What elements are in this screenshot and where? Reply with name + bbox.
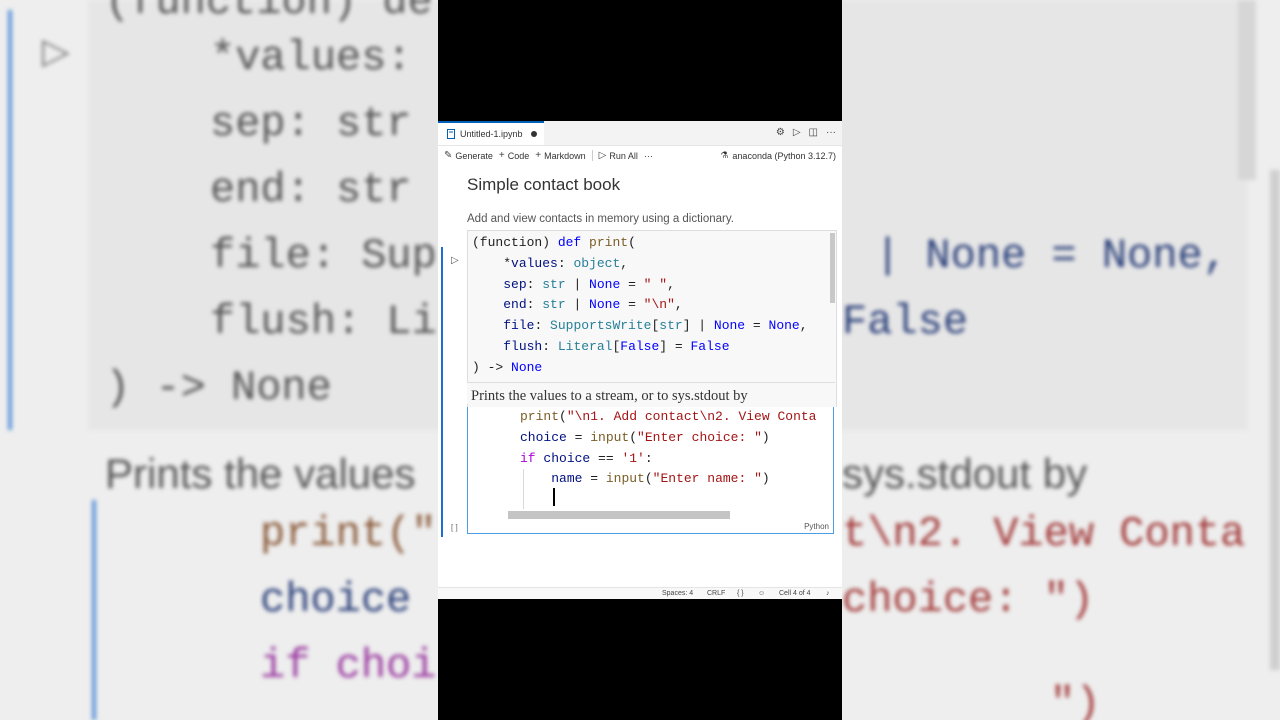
generate-button[interactable]: ✎ Generate (444, 150, 493, 161)
hover-signature: (function) def print( *values: object, s… (472, 235, 808, 375)
language-braces-status[interactable]: { } (737, 590, 744, 597)
letterbox-bottom (438, 599, 842, 720)
markdown-label: Markdown (544, 150, 586, 161)
bg-line: sys.stdout by (842, 450, 1088, 497)
hover-docstring: Prints the values to a stream, or to sys… (467, 382, 835, 404)
bg-line: *values: (210, 34, 412, 82)
tooltip-scrollbar[interactable] (830, 233, 835, 303)
tab-actions: ⚙ ▷ ◫ ··· (776, 127, 836, 138)
more-label: ··· (643, 150, 653, 161)
code-label: Code (507, 150, 530, 161)
text-cursor (553, 488, 555, 506)
indentation-status[interactable]: Spaces: 4 (662, 590, 693, 597)
add-code-button[interactable]: + Code (499, 150, 529, 161)
run-cell-icon[interactable]: ▷ (451, 255, 459, 266)
plus-icon: + (498, 150, 505, 161)
bg-line: Prints the values (105, 450, 416, 497)
bg-line: ) -> None (105, 364, 332, 412)
split-editor-icon[interactable]: ◫ (809, 127, 818, 138)
bg-line: choice: ") (842, 576, 1095, 624)
gear-icon[interactable]: ⚙ (776, 127, 785, 138)
generate-label: Generate (455, 150, 493, 161)
bg-line: choice (260, 576, 412, 624)
bg-line: ") (1050, 680, 1101, 720)
add-markdown-button[interactable]: + Markdown (535, 150, 585, 161)
bg-line: | None = None, (875, 232, 1228, 280)
background-right: | None = None, False sys.stdout by t\n2.… (842, 0, 1280, 720)
bg-line: print(" (260, 510, 437, 558)
notebook-editor: Untitled-1.ipynb ⚙ ▷ ◫ ··· ✎ Generate + Co… (438, 121, 842, 599)
more-actions-icon[interactable]: ··· (826, 127, 836, 138)
sparkle-icon: ✎ (444, 150, 453, 161)
bell-icon[interactable]: ♪ (826, 590, 830, 597)
background-left: ▷ (function) de *values: sep: str end: s… (0, 0, 438, 720)
cell-language[interactable]: Python (804, 522, 829, 531)
run-icon[interactable]: ▷ (793, 127, 801, 138)
cell-focus-bar (441, 247, 443, 537)
bg-line: False (842, 298, 969, 346)
notebook-icon (447, 129, 455, 139)
cell-position-status[interactable]: Cell 4 of 4 (779, 590, 811, 597)
copilot-icon[interactable]: ☺ (758, 590, 765, 597)
tab-label: Untitled-1.ipynb (460, 129, 523, 139)
run-all-icon: ▷ (598, 150, 607, 161)
kernel-picker[interactable]: ⚗ anaconda (Python 3.12.7) (720, 146, 836, 165)
status-bar: Spaces: 4 CRLF { } ☺ Cell 4 of 4 ♪ (438, 587, 842, 599)
bg-line: sep: str (210, 100, 412, 148)
eol-status[interactable]: CRLF (707, 590, 725, 597)
run-all-button[interactable]: ▷ Run All (591, 150, 638, 161)
tab-bar: Untitled-1.ipynb ⚙ ▷ ◫ ··· (438, 121, 842, 146)
plus-icon: + (535, 150, 542, 161)
bg-line: if choi (260, 642, 437, 690)
cell-source[interactable]: print("\n1. Add contact\n2. View Conta c… (520, 407, 816, 490)
bg-line: (function) de (105, 0, 433, 26)
markdown-heading: Simple contact book (467, 175, 621, 194)
bg-line: flush: Li (210, 298, 437, 346)
execution-count: [ ] (451, 523, 458, 532)
kernel-icon: ⚗ (720, 150, 729, 160)
bg-line: file: Sup (210, 232, 437, 280)
code-cell[interactable]: print("\n1. Add contact\n2. View Conta c… (467, 404, 834, 534)
hover-signature-tooltip: (function) def print( *values: object, s… (467, 230, 837, 407)
kernel-label: anaconda (Python 3.12.7) (732, 150, 836, 161)
tab-untitled-notebook[interactable]: Untitled-1.ipynb (438, 121, 544, 145)
horizontal-scrollbar[interactable] (508, 511, 730, 519)
markdown-description: Add and view contacts in memory using a … (467, 213, 734, 225)
play-icon: ▷ (42, 30, 70, 71)
bg-line: t\n2. View Conta (842, 510, 1246, 558)
notebook-toolbar: ✎ Generate + Code + Markdown ▷ Run All ··· ⚗… (438, 146, 842, 165)
run-all-label: Run All (609, 150, 638, 161)
letterbox-top (438, 0, 842, 121)
more-toolbar-button[interactable]: ··· (644, 151, 653, 161)
bg-line: end: str (210, 166, 412, 214)
unsaved-dot-icon[interactable] (530, 131, 537, 137)
